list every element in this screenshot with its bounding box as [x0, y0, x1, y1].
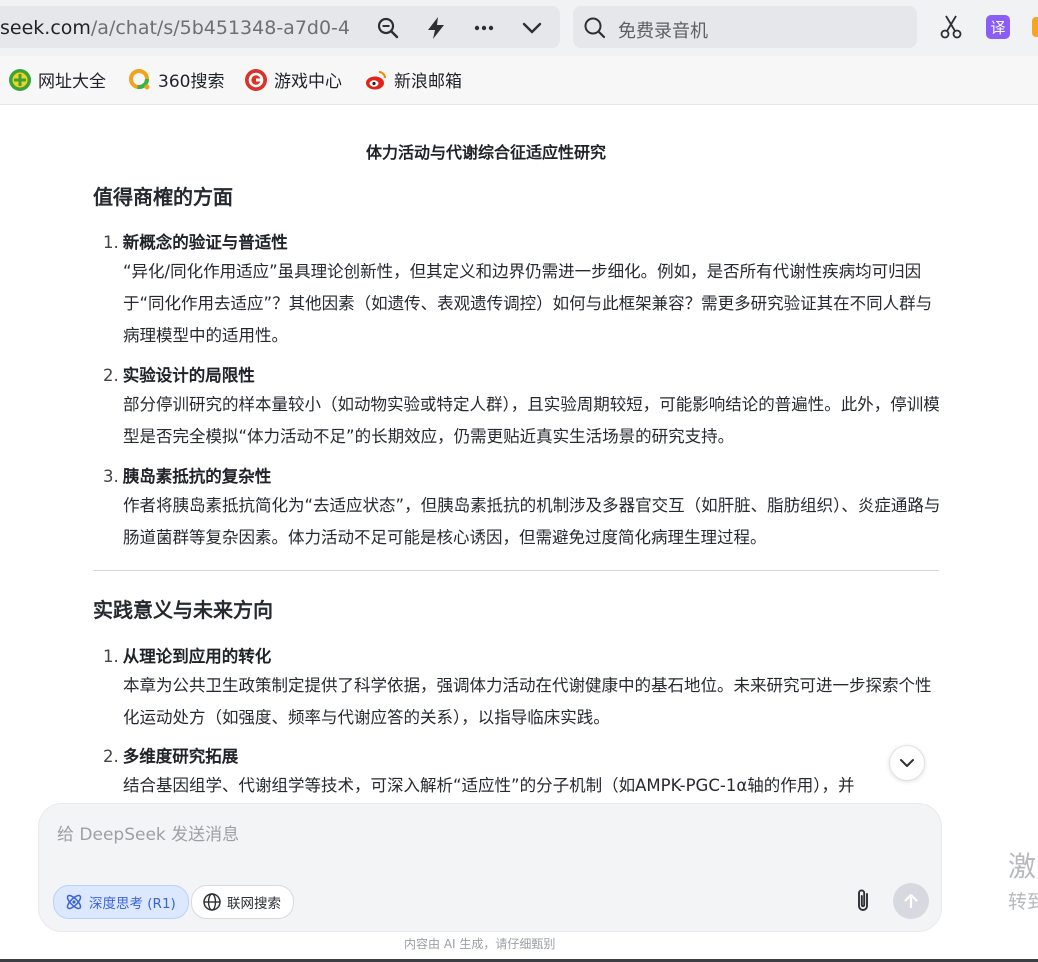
message-composer: 深度思考 (R1) 联网搜索: [38, 803, 942, 932]
list-item-title: 1. 从理论到应用的转化: [103, 643, 271, 667]
list-number: 3.: [103, 467, 119, 486]
list-item-body: 部分停训研究的样本量较小（如动物实验或特定人群），且实验周期较短，可能影响结论的…: [123, 395, 940, 446]
scroll-to-bottom-button[interactable]: [889, 745, 925, 781]
globe-icon: [202, 892, 222, 912]
list-number: 2.: [103, 747, 119, 766]
side-text-partial: 转到: [1008, 891, 1038, 913]
sina-icon: [364, 68, 388, 92]
send-button[interactable]: [893, 883, 929, 919]
deep-think-toggle[interactable]: 深度思考 (R1): [53, 885, 189, 919]
url-text[interactable]: seek.com/a/chat/s/5b451348-a7d0-4: [0, 17, 360, 39]
list-item-heading: 胰岛素抵抗的复杂性: [122, 467, 272, 486]
side-text-partial: 激: [1008, 850, 1037, 883]
list-item-heading: 实验设计的局限性: [122, 366, 255, 385]
ai-disclaimer: 内容由 AI 生成，请仔细甄别: [404, 937, 556, 951]
list-item-body: 作者将胰岛素抵抗简化为“去适应状态”，但胰岛素抵抗的机制涉及多器官交互（如肝脏、…: [123, 496, 941, 547]
doc-title: 体力活动与代谢综合征适应性研究: [366, 143, 607, 162]
bookmark-label: 网址大全: [38, 72, 106, 92]
address-bar[interactable]: seek.com/a/chat/s/5b451348-a7d0-4: [0, 6, 560, 48]
more-icon[interactable]: [472, 16, 496, 40]
plus-circle-icon: [8, 68, 32, 92]
browser-search-box[interactable]: 免费录音机: [573, 6, 917, 48]
zoom-icon[interactable]: [376, 16, 400, 40]
section-divider: [93, 570, 939, 571]
atom-icon: [64, 892, 84, 912]
section-heading: 实践意义与未来方向: [93, 598, 273, 622]
list-item-body: 结合基因组学、代谢组学等技术，可深入解析“适应性”的分子机制（如AMPK-PGC…: [123, 776, 855, 795]
web-search-label: 联网搜索: [227, 896, 281, 912]
search-placeholder: 免费录音机: [618, 21, 708, 42]
bookmark-game-center[interactable]: 游戏中心: [244, 67, 342, 92]
bookmark-label: 新浪邮箱: [394, 72, 462, 92]
list-item-body: “异化/同化作用适应”虽具理论创新性，但其定义和边界仍需进一步细化。例如，是否所…: [123, 262, 933, 345]
chevron-down-icon[interactable]: [520, 16, 544, 40]
browser-toolbar: seek.com/a/chat/s/5b451348-a7d0-4 免费录音机 …: [0, 0, 1038, 56]
list-item-title: 1. 新概念的验证与普适性: [103, 229, 288, 253]
list-item-heading: 从理论到应用的转化: [122, 647, 272, 666]
list-number: 2.: [103, 366, 119, 385]
translate-icon[interactable]: 译: [986, 15, 1010, 39]
lightning-icon[interactable]: [424, 16, 448, 40]
section-heading: 值得商榷的方面: [93, 185, 233, 209]
bookmark-wangzhi[interactable]: 网址大全: [8, 67, 106, 92]
list-item-title: 3. 胰岛素抵抗的复杂性: [103, 463, 271, 487]
bookmark-sina-mail[interactable]: 新浪邮箱: [364, 67, 462, 92]
game-icon: [244, 68, 268, 92]
scissors-icon[interactable]: [938, 14, 964, 40]
search-ring-icon: [128, 68, 152, 92]
attach-icon[interactable]: [849, 886, 877, 916]
search-icon: [583, 16, 607, 40]
list-item-body: 本章为公共卫生政策制定提供了科学依据，强调体力活动在代谢健康中的基石地位。未来研…: [123, 676, 932, 727]
list-number: 1.: [103, 233, 119, 252]
deep-think-label: 深度思考 (R1): [89, 896, 176, 912]
message-input[interactable]: [55, 818, 919, 862]
list-item-title: 2. 实验设计的局限性: [103, 362, 255, 386]
web-search-toggle[interactable]: 联网搜索: [191, 885, 294, 919]
extension-icon-partial[interactable]: [1032, 17, 1038, 37]
chevron-down-icon: [900, 759, 914, 767]
list-item-title: 2. 多维度研究拓展: [103, 743, 238, 767]
list-number: 1.: [103, 647, 119, 666]
list-item-heading: 新概念的验证与普适性: [122, 233, 288, 252]
bookmark-360search[interactable]: 360搜索: [128, 67, 224, 92]
url-domain: seek.com: [0, 17, 91, 39]
list-item-heading: 多维度研究拓展: [122, 747, 239, 766]
bookmark-label: 游戏中心: [274, 72, 342, 92]
arrow-up-icon: [904, 893, 918, 909]
bookmark-label: 360搜索: [158, 72, 225, 92]
bookmarks-bar: 网址大全 360搜索 游戏中心 新浪邮箱: [0, 56, 1038, 105]
url-path: /a/chat/s/5b451348-a7d0-4: [90, 17, 350, 39]
